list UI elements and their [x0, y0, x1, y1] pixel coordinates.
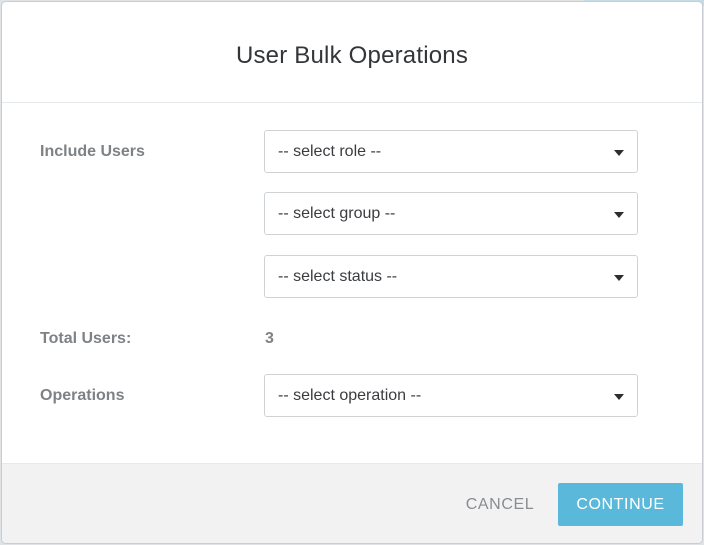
caret-down-icon	[614, 274, 624, 281]
dialog-title: User Bulk Operations	[235, 42, 469, 69]
group-select[interactable]: -- select group --	[264, 192, 638, 235]
caret-down-icon	[614, 149, 624, 156]
dialog-footer: CANCEL CONTINUE	[2, 463, 702, 543]
caret-down-icon	[614, 393, 624, 400]
role-select-value: -- select role --	[278, 142, 382, 160]
operation-select-value: -- select operation --	[278, 386, 422, 404]
dialog-body: Include Users -- select role -- -- selec…	[2, 103, 702, 463]
role-select[interactable]: -- select role --	[264, 130, 638, 173]
caret-down-icon	[614, 211, 624, 218]
operation-select[interactable]: -- select operation --	[264, 374, 638, 417]
status-select[interactable]: -- select status --	[264, 255, 638, 298]
include-users-label: Include Users	[40, 143, 145, 160]
cancel-button[interactable]: CANCEL	[452, 483, 548, 526]
status-select-value: -- select status --	[278, 267, 398, 285]
group-select-value: -- select group --	[278, 204, 396, 222]
continue-button[interactable]: CONTINUE	[558, 483, 683, 526]
total-users-label: Total Users:	[40, 330, 132, 347]
bulk-operations-dialog: User Bulk Operations Include Users -- se…	[2, 2, 702, 543]
total-users-value: 3	[265, 330, 274, 347]
operations-label: Operations	[40, 387, 125, 404]
dialog-header: User Bulk Operations	[2, 2, 702, 103]
